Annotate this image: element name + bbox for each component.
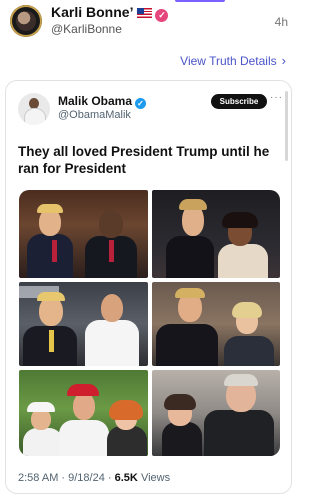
- views-label: Views: [140, 472, 171, 484]
- figure-shape: [27, 234, 73, 278]
- figure-tie: [49, 330, 54, 352]
- author-name-text: Karli Bonne’: [51, 4, 134, 20]
- tweet-author-handle[interactable]: @ObamaMalik: [58, 109, 131, 121]
- figure-face: [101, 294, 123, 322]
- figure-hair: [37, 204, 63, 213]
- tweet-text: They all loved President Trump until he …: [18, 144, 270, 176]
- views-count: 6.5K: [114, 472, 138, 484]
- subscribe-button[interactable]: Subscribe: [211, 94, 267, 109]
- figure-shape: [85, 320, 139, 366]
- photo-5[interactable]: [19, 370, 148, 456]
- figure-hair: [164, 394, 196, 410]
- view-truth-details-link[interactable]: View Truth Details ›: [180, 53, 286, 68]
- figure-shape: [224, 336, 274, 366]
- verified-badge-icon: ✓: [155, 9, 169, 22]
- figure-hair: [232, 302, 262, 318]
- figure-hair: [179, 199, 207, 210]
- figure-tie: [109, 240, 114, 262]
- photo-3[interactable]: [19, 282, 148, 366]
- avatar-body: [24, 108, 46, 125]
- figure-cap: [27, 402, 55, 412]
- tweet-author-avatar[interactable]: [18, 93, 50, 125]
- figure-cap: [67, 384, 99, 396]
- figure-shape: [166, 236, 214, 278]
- card-scrollbar[interactable]: [285, 91, 288, 161]
- figure-shape: [107, 426, 147, 456]
- photo-6[interactable]: [152, 370, 280, 456]
- tweet-meta: 2:58 AM · 9/18/24 · 6.5K Views: [18, 472, 170, 484]
- figure-shape: [218, 244, 268, 278]
- author-handle[interactable]: @KarliBonne: [51, 22, 122, 36]
- figure-hair: [222, 212, 258, 228]
- figure-face: [73, 392, 95, 420]
- post-header: Karli Bonne’ ✓ @KarliBonne 4h: [0, 0, 300, 44]
- photo-2[interactable]: [152, 190, 280, 278]
- figure-tie: [52, 240, 57, 262]
- photo-4[interactable]: [152, 282, 280, 366]
- verified-check-icon: ✓: [135, 98, 147, 109]
- tweet-author-name[interactable]: Malik Obama ✓: [58, 94, 147, 109]
- embedded-tweet-card[interactable]: Malik Obama ✓ @ObamaMalik Subscribe ··· T…: [5, 80, 292, 494]
- figure-shape: [59, 420, 109, 456]
- view-truth-details-label: View Truth Details: [180, 54, 277, 68]
- post-timestamp: 4h: [274, 15, 288, 29]
- figure-hair: [37, 292, 65, 301]
- more-options-icon[interactable]: ···: [270, 92, 283, 103]
- author-name[interactable]: Karli Bonne’ ✓: [51, 4, 169, 22]
- figure-face: [99, 210, 123, 238]
- us-flag-icon: [137, 8, 153, 18]
- tweet-author-name-text: Malik Obama: [58, 94, 133, 108]
- figure-hair: [224, 374, 258, 386]
- tweet-timestamp[interactable]: 2:58 AM · 9/18/24 ·: [18, 472, 112, 484]
- figure-shape: [156, 324, 218, 366]
- photo-grid: [19, 190, 280, 456]
- chevron-right-icon: ›: [281, 53, 286, 68]
- figure-hair: [175, 288, 205, 298]
- figure-shape: [162, 422, 202, 456]
- author-avatar[interactable]: [10, 5, 42, 37]
- figure-hair: [109, 400, 143, 420]
- figure-shape: [23, 428, 63, 456]
- figure-shape: [204, 410, 274, 456]
- avatar-ring: [10, 5, 42, 37]
- photo-1[interactable]: [19, 190, 148, 278]
